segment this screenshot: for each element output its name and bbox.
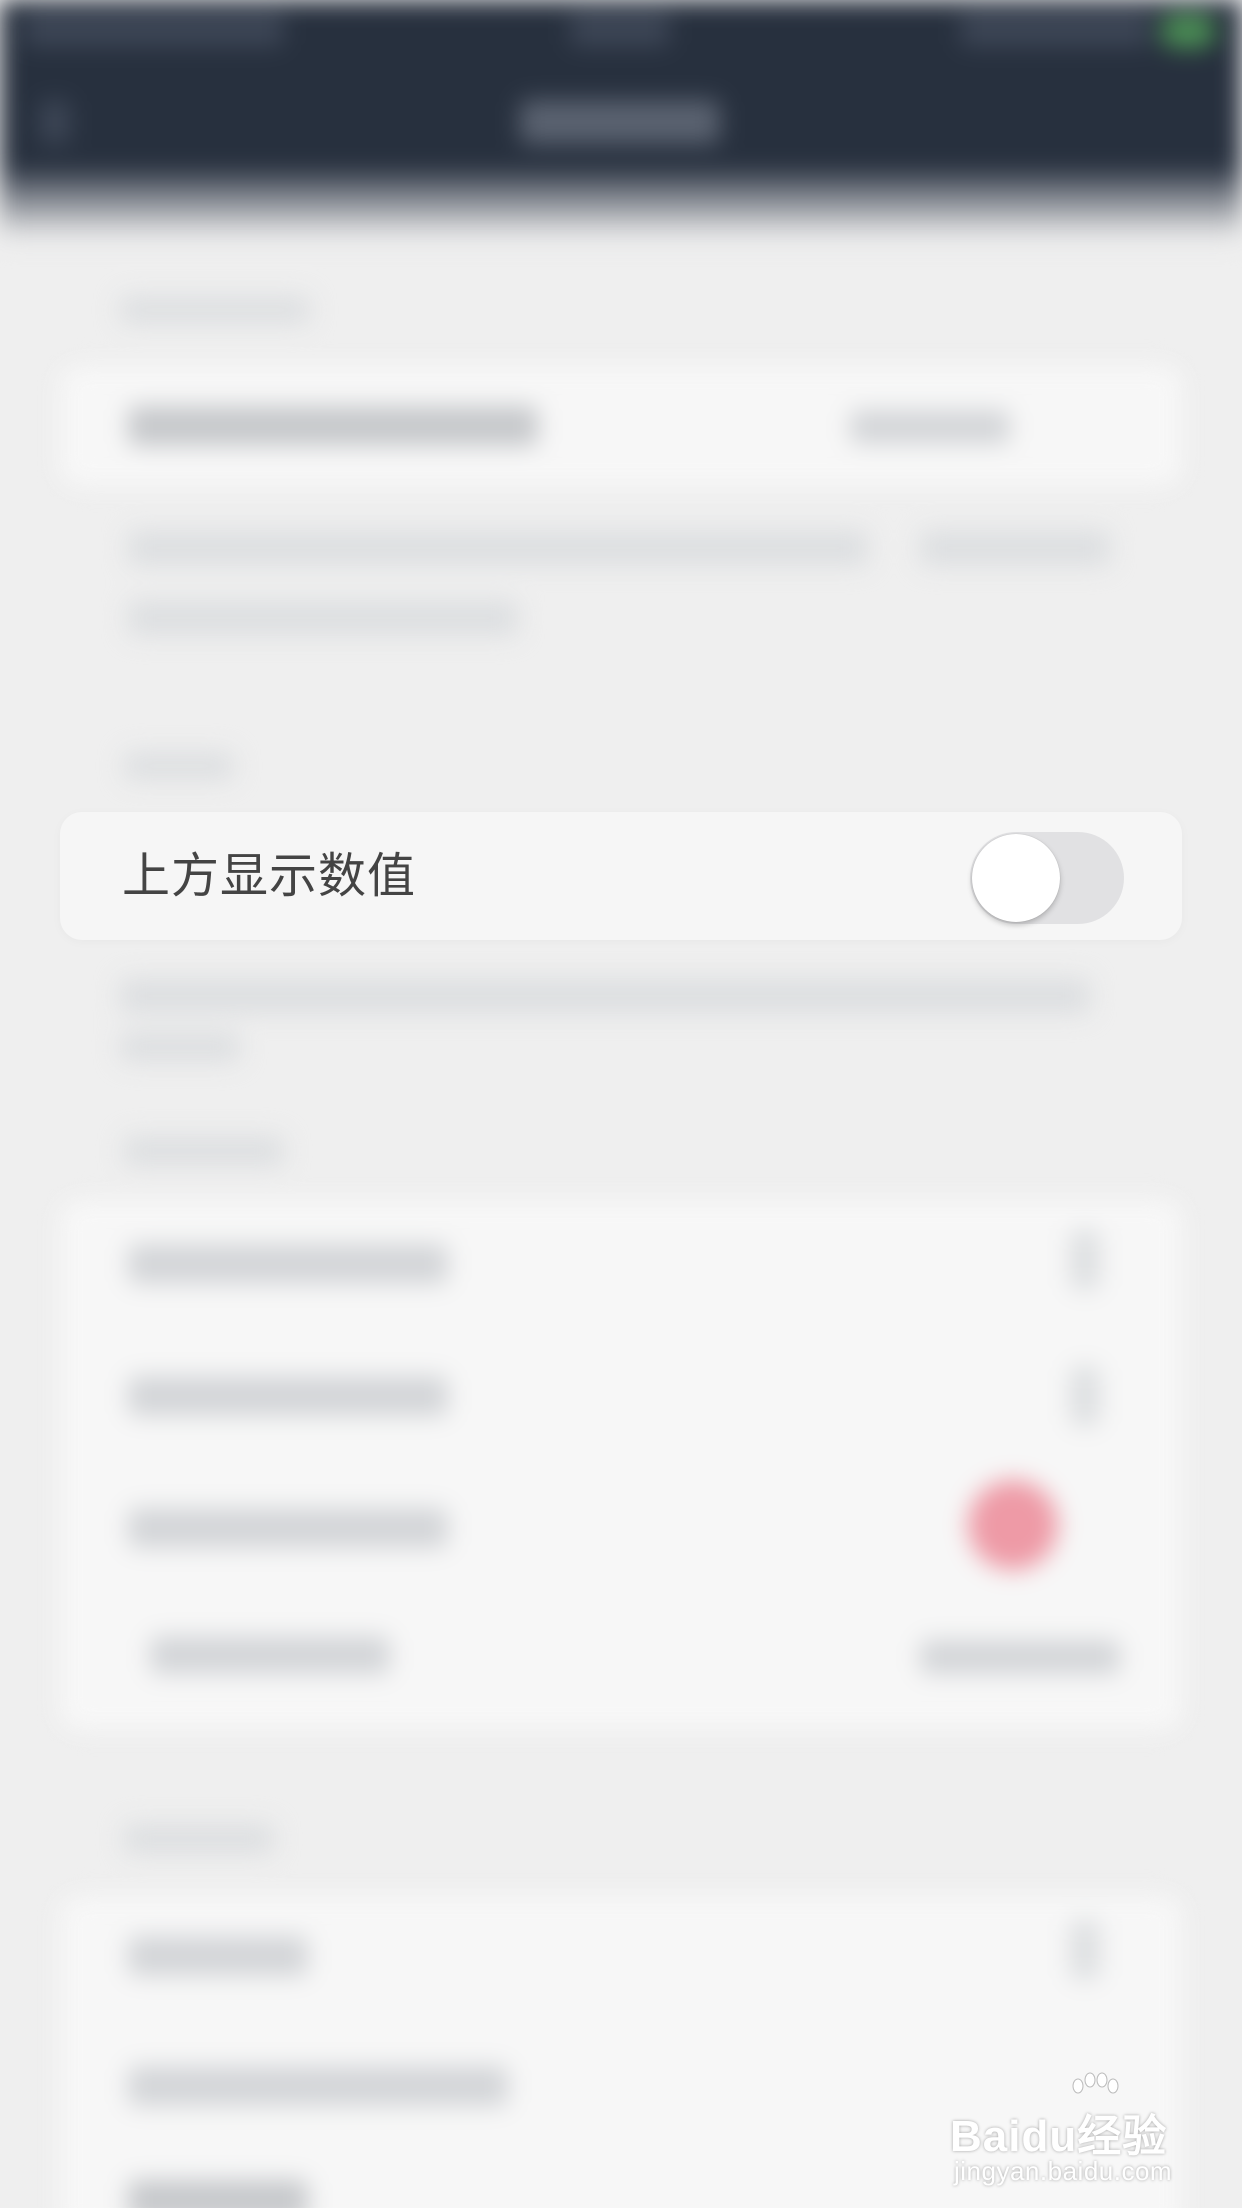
section-footer	[128, 530, 868, 566]
settings-row-label	[128, 1376, 448, 1416]
section-header	[120, 296, 310, 324]
settings-row-label	[128, 1244, 448, 1284]
section-footer	[920, 530, 1110, 566]
section-header	[124, 1824, 274, 1854]
status-bar-time	[570, 12, 670, 46]
settings-screen: 上方显示数值 Baidu经验 jingyan.baidu.com	[0, 0, 1242, 2208]
section-header	[124, 1136, 284, 1166]
navbar-fade	[0, 170, 1242, 240]
section-footer	[120, 978, 1090, 1014]
notification-badge	[968, 1480, 1058, 1570]
settings-row-label	[128, 1936, 308, 1976]
show-value-above-row[interactable]: 上方显示数值	[60, 812, 1182, 940]
settings-row-label	[128, 1508, 448, 1548]
status-bar-left	[24, 12, 284, 46]
show-value-above-toggle[interactable]	[970, 832, 1124, 924]
battery-icon	[1160, 14, 1216, 48]
watermark-logo: Baidu经验	[950, 2112, 1168, 2161]
chevron-right-icon	[1070, 1230, 1100, 1290]
watermark-url: jingyan.baidu.com	[954, 2156, 1173, 2186]
toggle-knob	[972, 834, 1060, 922]
status-bar-right	[960, 12, 1150, 46]
settings-row-label	[150, 1636, 390, 1674]
back-chevron-icon	[40, 100, 70, 144]
baidu-jingyan-watermark: Baidu经验 jingyan.baidu.com	[948, 2070, 1188, 2190]
blurred-background	[0, 0, 1242, 2208]
section-footer	[128, 600, 518, 636]
chevron-right-icon	[1070, 1920, 1100, 1980]
settings-row-value	[920, 1640, 1120, 1674]
section-header	[124, 752, 234, 780]
show-value-above-label: 上方显示数值	[122, 848, 417, 904]
section-footer	[120, 1032, 240, 1062]
settings-row-label	[128, 406, 538, 446]
navigation-bar	[0, 0, 1242, 190]
settings-row-label	[128, 2066, 508, 2106]
settings-row-value	[850, 410, 1010, 444]
settings-row-label	[128, 2180, 308, 2208]
nav-title	[520, 100, 720, 144]
chevron-right-icon	[1070, 1366, 1100, 1426]
